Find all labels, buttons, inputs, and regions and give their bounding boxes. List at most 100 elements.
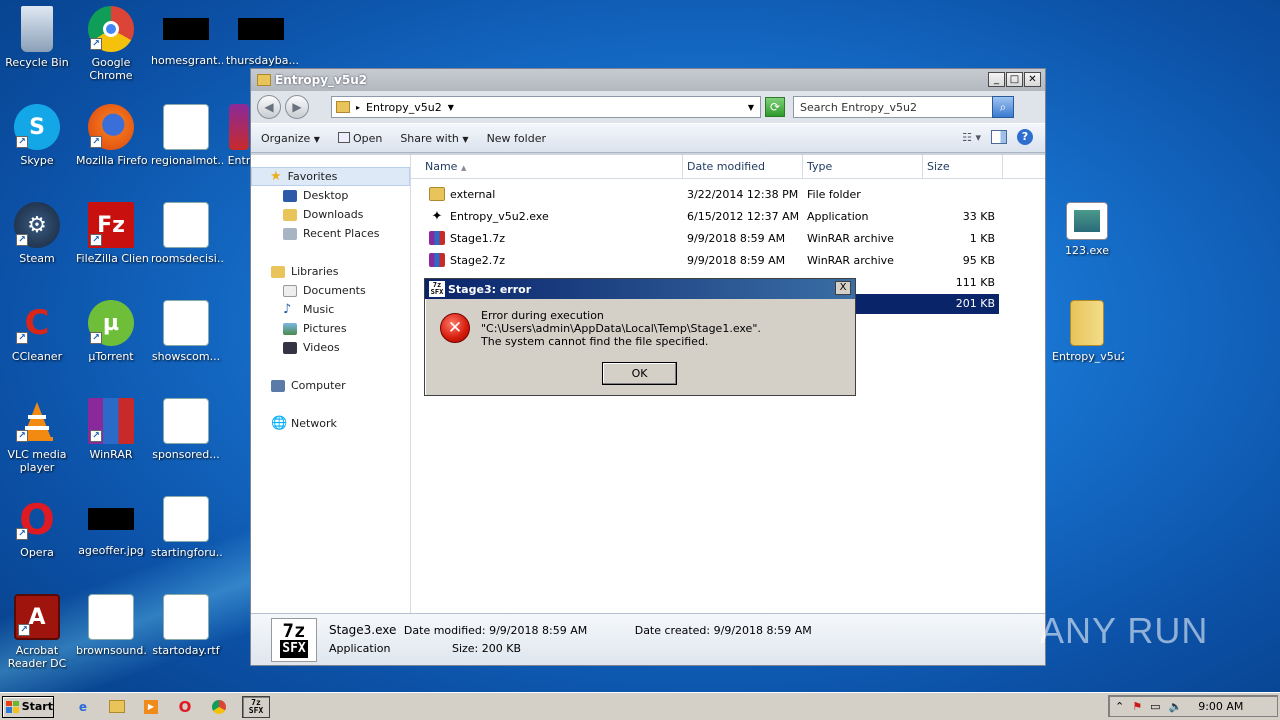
close-button[interactable]: ✕	[1024, 72, 1041, 87]
entropy-app-icon: ✦	[431, 208, 443, 224]
desktop-icon-startingforu[interactable]: W startingforu...	[149, 496, 223, 559]
ok-button[interactable]: OK	[602, 362, 677, 385]
word-document-icon: W	[163, 202, 209, 248]
network-tray-icon[interactable]: ▭	[1150, 700, 1160, 713]
search-icon[interactable]: ⌕	[992, 96, 1014, 118]
desktop-icon-utorrent[interactable]: µ ↗ µTorrent	[74, 300, 148, 363]
file-explorer-taskbar-icon[interactable]	[106, 696, 128, 718]
nav-favorites[interactable]: ★ Favorites	[251, 167, 410, 186]
view-options-icon[interactable]: ☷ ▾	[962, 131, 981, 144]
details-filename: Stage3.exe	[329, 623, 397, 637]
nav-videos[interactable]: Videos	[251, 338, 410, 357]
nav-recent-places[interactable]: Recent Places	[251, 224, 410, 243]
refresh-icon[interactable]: ⟳	[765, 97, 785, 117]
organize-button[interactable]: Organize ▼	[261, 132, 320, 145]
opera-taskbar-icon[interactable]: O	[174, 696, 196, 718]
desktop-icon-chrome[interactable]: ↗ Google Chrome	[74, 6, 148, 82]
title-bar[interactable]: Entropy_v5u2 _ □ ✕	[251, 69, 1045, 91]
desktop-icon-recycle-bin[interactable]: Recycle Bin	[0, 6, 74, 69]
column-header-size[interactable]: Size	[923, 155, 1003, 178]
start-button[interactable]: Start	[2, 695, 54, 718]
minimize-button[interactable]: _	[988, 72, 1005, 87]
image-thumbnail	[88, 508, 134, 530]
7z-sfx-icon: 7z SFX	[271, 617, 317, 662]
desktop-icon-filezilla[interactable]: Fz ↗ FileZilla Client	[74, 202, 148, 265]
desktop-icon-vlc[interactable]: ↗ VLC media player	[0, 398, 74, 474]
error-dialog: 7z SFX Stage3: error X ✕ Error during ex…	[424, 278, 856, 396]
new-folder-button[interactable]: New folder	[487, 132, 546, 145]
dialog-message: Error during execution "C:\Users\admin\A…	[481, 309, 761, 348]
desktop-icon-entropy-folder[interactable]: Entropy_v5u2	[1050, 300, 1124, 363]
dialog-close-button[interactable]: X	[835, 281, 851, 295]
nav-downloads[interactable]: Downloads	[251, 205, 410, 224]
libraries-icon	[271, 265, 285, 278]
nav-network[interactable]: 🌐 Network	[251, 414, 410, 433]
desktop-icon-skype[interactable]: S ↗ Skype	[0, 104, 74, 167]
preview-pane-icon[interactable]	[991, 130, 1007, 144]
firefox-icon: ↗	[88, 104, 134, 150]
desktop-icon-firefox[interactable]: ↗ Mozilla Firefox	[74, 104, 148, 167]
show-hidden-icons-icon[interactable]: ⌃	[1115, 700, 1124, 713]
nav-pictures[interactable]: Pictures	[251, 319, 410, 338]
address-dropdown-icon[interactable]: ▼	[748, 103, 754, 112]
action-center-icon[interactable]: ⚑	[1132, 700, 1142, 713]
steam-icon: ⚙ ↗	[14, 202, 60, 248]
application-window-icon	[1066, 202, 1108, 240]
image-thumbnail	[238, 18, 284, 40]
desktop-icon-ageoffer[interactable]: ageoffer.jpg	[74, 496, 148, 557]
desktop-icon-roomsdecisi[interactable]: W roomsdecisi...	[149, 202, 223, 265]
desktop-icon-showscom[interactable]: W showscom...	[149, 300, 223, 363]
desktop-icon-brownsound[interactable]: W brownsound...	[74, 594, 148, 657]
nav-music[interactable]: ♪ Music	[251, 300, 410, 319]
address-bar[interactable]: ▸ Entropy_v5u2 ▼ ▼	[331, 96, 761, 118]
file-row[interactable]: Stage2.7z 9/9/2018 8:59 AM WinRAR archiv…	[411, 249, 1045, 271]
share-with-button[interactable]: Share with ▼	[400, 132, 468, 145]
windows-logo-icon	[6, 700, 19, 713]
maximize-button[interactable]: □	[1006, 72, 1023, 87]
forward-button[interactable]: ▶	[285, 95, 309, 119]
nav-desktop[interactable]: Desktop	[251, 186, 410, 205]
details-date-modified-label: Date modified:	[403, 624, 486, 637]
file-row[interactable]: Stage1.7z 9/9/2018 8:59 AM WinRAR archiv…	[411, 227, 1045, 249]
column-header-type[interactable]: Type	[803, 155, 923, 178]
file-row[interactable]: ✦ Entropy_v5u2.exe 6/15/2012 12:37 AM App…	[411, 205, 1045, 227]
documents-icon	[283, 284, 297, 297]
nav-libraries[interactable]: Libraries	[251, 262, 410, 281]
7z-sfx-taskbar-button[interactable]: 7z SFX	[242, 695, 270, 718]
recycle-bin-icon	[21, 6, 53, 52]
desktop-icon-opera[interactable]: O ↗ Opera	[0, 496, 74, 559]
desktop-icon-regionalmot[interactable]: W regionalmot...	[149, 104, 223, 167]
volume-icon[interactable]: 🔈	[1169, 700, 1183, 713]
chrome-taskbar-icon[interactable]	[208, 696, 230, 718]
media-player-icon[interactable]: ▶	[140, 696, 162, 718]
dialog-title-bar[interactable]: 7z SFX Stage3: error	[425, 279, 855, 299]
winrar-archive-icon	[429, 253, 445, 267]
desktop-icon-startoday[interactable]: W startoday.rtf	[149, 594, 223, 657]
search-input[interactable]: Search Entropy_v5u2 ⌕	[793, 96, 1014, 118]
open-button[interactable]: Open	[337, 131, 382, 145]
chevron-down-icon[interactable]: ▼	[448, 103, 454, 112]
file-row[interactable]: external 3/22/2014 12:38 PM File folder	[411, 183, 1045, 205]
network-icon: 🌐	[271, 416, 288, 431]
back-button[interactable]: ◀	[257, 95, 281, 119]
desktop-icon-sponsored[interactable]: W sponsored...	[149, 398, 223, 461]
breadcrumb-current[interactable]: Entropy_v5u2	[366, 101, 442, 114]
column-header-name[interactable]: Name ▲	[411, 155, 683, 178]
column-header-date-modified[interactable]: Date modified	[683, 155, 803, 178]
internet-explorer-icon[interactable]: e	[72, 696, 94, 718]
utorrent-icon: µ ↗	[88, 300, 134, 346]
desktop-icon-ccleaner[interactable]: C ↗ CCleaner	[0, 300, 74, 364]
desktop-icon-acrobat[interactable]: A ↗ Acrobat Reader DC	[0, 594, 74, 670]
help-icon[interactable]: ?	[1017, 129, 1033, 145]
word-document-icon: W	[163, 398, 209, 444]
desktop-icon-thursdayba[interactable]: thursdayba...	[224, 6, 298, 67]
desktop-icon-123exe[interactable]: 123.exe	[1050, 202, 1124, 257]
clock[interactable]: 9:00 AM	[1198, 700, 1243, 713]
winrar-archive-icon	[429, 231, 445, 245]
nav-documents[interactable]: Documents	[251, 281, 410, 300]
desktop-icon-homesgrant[interactable]: homesgrant...	[149, 6, 223, 67]
address-row: ◀ ▶ ▸ Entropy_v5u2 ▼ ▼ ⟳ Search Entropy_…	[251, 91, 1045, 123]
desktop-icon-winrar[interactable]: ↗ WinRAR	[74, 398, 148, 461]
desktop-icon-steam[interactable]: ⚙ ↗ Steam	[0, 202, 74, 265]
nav-computer[interactable]: Computer	[251, 376, 410, 395]
